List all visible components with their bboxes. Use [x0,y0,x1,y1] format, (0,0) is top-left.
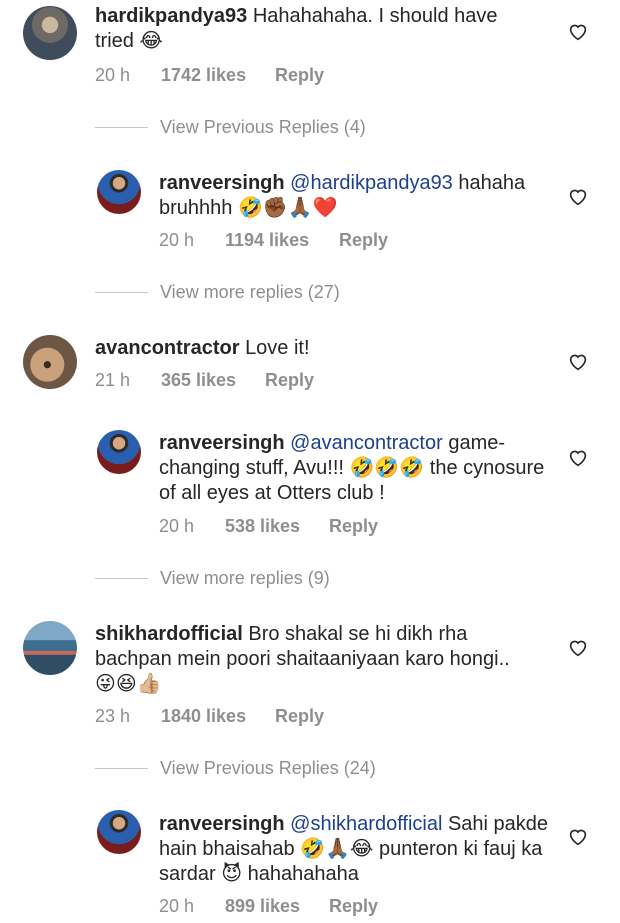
reply-button[interactable]: Reply [329,516,378,537]
divider [95,768,148,769]
reply-text: ranveersingh @hardikpandya93 hahaha bruh… [159,171,544,221]
reply-text: ranveersingh @avancontractor game-changi… [159,431,554,506]
avatar[interactable] [23,621,77,675]
mention-link[interactable]: @hardikpandya93 [290,172,453,194]
reply-username[interactable]: ranveersingh [159,172,285,194]
reply-time: 20 h [159,896,195,916]
likes-count[interactable]: 1194 likes [225,230,309,251]
reply-meta: 20 h 899 likes Reply [159,896,459,918]
reply-time: 20 h [159,516,195,536]
divider [95,578,148,579]
avatar[interactable] [23,335,77,389]
reply-username[interactable]: ranveersingh [159,432,285,454]
comment-meta: 23 h 1840 likes Reply [95,706,495,728]
view-more-replies-link[interactable]: View more replies (9) [95,568,495,590]
comment-meta: 21 h 365 likes Reply [95,370,495,392]
reply-button[interactable]: Reply [329,896,378,917]
divider [95,127,148,128]
likes-count[interactable]: 1742 likes [161,65,246,86]
mention-link[interactable]: @avancontractor [290,432,443,454]
likes-count[interactable]: 365 likes [161,370,236,391]
comment-username[interactable]: hardikpandya93 [95,5,247,27]
comment-meta: 20 h 1742 likes Reply [95,65,495,87]
comment-time: 21 h [95,370,131,390]
likes-count[interactable]: 538 likes [225,516,300,537]
view-more-replies-link[interactable]: View more replies (27) [95,282,495,304]
reply-button[interactable]: Reply [275,65,324,86]
reply-username[interactable]: ranveersingh [159,813,285,835]
reply-meta: 20 h 538 likes Reply [159,516,459,538]
reply-time: 20 h [159,230,195,250]
heart-icon[interactable] [568,828,588,846]
heart-icon[interactable] [568,23,588,41]
reply-button[interactable]: Reply [275,706,324,727]
comment-username[interactable]: shikhardofficial [95,623,243,645]
heart-icon[interactable] [568,188,588,206]
comment-username[interactable]: avancontractor [95,337,240,359]
reply-button[interactable]: Reply [339,230,388,251]
heart-icon[interactable] [568,449,588,467]
avatar[interactable] [97,170,141,214]
heart-icon[interactable] [568,639,588,657]
view-replies-link[interactable]: View Previous Replies (4) [95,117,495,139]
divider [95,292,148,293]
reply-meta: 20 h 1194 likes Reply [159,230,459,252]
view-replies-link[interactable]: View Previous Replies (24) [95,758,495,780]
likes-count[interactable]: 899 likes [225,896,300,917]
avatar[interactable] [97,430,141,474]
likes-count[interactable]: 1840 likes [161,706,246,727]
reply-text: ranveersingh @shikhardofficial Sahi pakd… [159,812,554,887]
comment-body: Love it! [245,337,310,359]
mention-link[interactable]: @shikhardofficial [290,813,442,835]
comment-text: avancontractor Love it! [95,336,525,361]
heart-icon[interactable] [568,353,588,371]
comment-text: shikhardofficial Bro shakal se hi dikh r… [95,622,535,697]
avatar[interactable] [23,6,77,60]
comment-time: 20 h [95,65,131,85]
reply-button[interactable]: Reply [265,370,314,391]
avatar[interactable] [97,810,141,854]
comment-text: hardikpandya93 Hahahahaha. I should have… [95,4,525,54]
comment-time: 23 h [95,706,131,726]
